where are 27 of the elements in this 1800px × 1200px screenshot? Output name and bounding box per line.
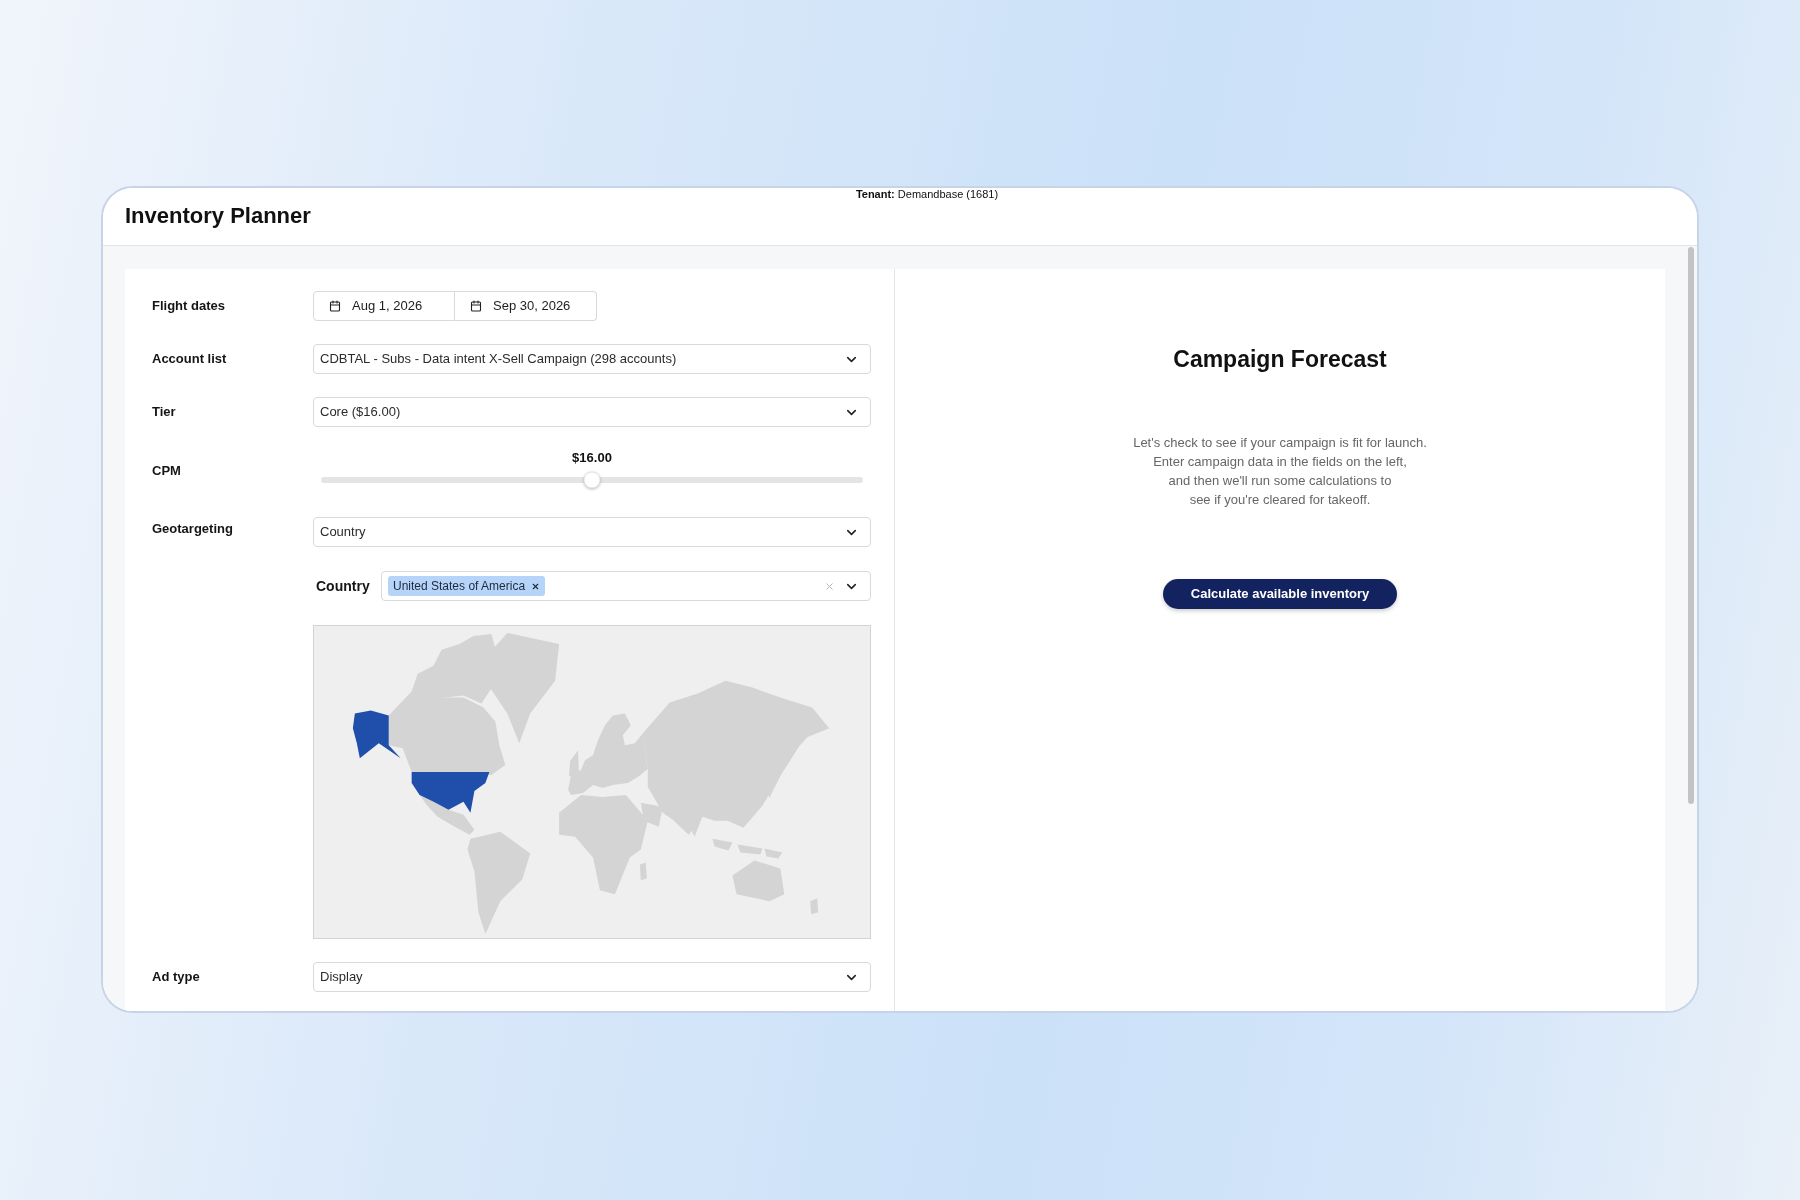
tier-select[interactable]: Core ($16.00) bbox=[313, 397, 871, 427]
tenant-text: Tenant: Demandbase (1681) bbox=[855, 188, 999, 201]
field-label: Account list bbox=[152, 350, 228, 369]
calendar-icon bbox=[329, 300, 341, 312]
remove-icon[interactable] bbox=[531, 581, 541, 591]
field-label: Tier bbox=[152, 403, 177, 422]
ad-type-select[interactable]: Display bbox=[313, 962, 871, 992]
date-field[interactable]: Aug 1, 2026 bbox=[313, 291, 455, 321]
date-field[interactable]: Sep 30, 2026 bbox=[455, 291, 597, 321]
scrollbar-thumb[interactable] bbox=[1688, 247, 1694, 804]
field-label: Flight dates bbox=[152, 297, 226, 316]
field-label: Geotargeting bbox=[152, 520, 234, 538]
calculate-button[interactable]: Calculate available inventory bbox=[1162, 579, 1398, 609]
multi-select-field[interactable]: United States of America bbox=[381, 571, 871, 601]
calendar-icon bbox=[470, 300, 482, 312]
slider-thumb[interactable] bbox=[583, 471, 601, 489]
field-label: Ad type bbox=[152, 968, 201, 987]
cpm-value: $16.00 bbox=[572, 449, 612, 466]
chip-label: United States of America bbox=[393, 578, 526, 595]
page-title: Inventory Planner bbox=[125, 203, 311, 228]
forecast-title: Campaign Forecast bbox=[1173, 345, 1387, 373]
field-label: Country bbox=[315, 576, 371, 596]
field-label: CPM bbox=[152, 462, 182, 481]
forecast-description: Let's check to see if your campaign is fit for launch. Enter campaign data in the fields on the left, and then we'll run some calculations to see if you're cleared for takeoff. bbox=[1133, 434, 1427, 509]
clear-icon[interactable] bbox=[824, 580, 835, 592]
geotargeting-select[interactable]: Country bbox=[313, 517, 871, 547]
account-list-select[interactable]: CDBTAL - Subs - Data intent X-Sell Campaign (298 accounts) bbox=[313, 344, 871, 374]
